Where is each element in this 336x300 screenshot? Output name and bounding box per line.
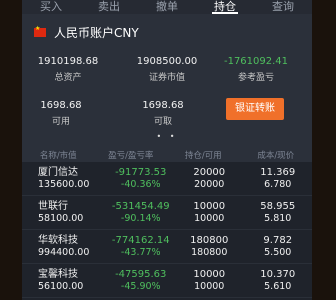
stock-name: 华软科技 xyxy=(38,234,78,246)
col-pl-rate: 盈亏/盈亏率 xyxy=(108,151,154,161)
pl-rate: -43.77% xyxy=(120,246,161,258)
position: 10000 xyxy=(193,200,226,212)
stock-name: 世联行 xyxy=(38,200,68,212)
stock-name: 厦门信达 xyxy=(38,166,78,178)
stock-cell: 华软科技 994400.00 xyxy=(22,230,107,263)
available-funds: 1698.68 可用 xyxy=(32,100,90,127)
current-price: 5.610 xyxy=(264,280,292,292)
available-value: 1698.68 xyxy=(40,100,82,111)
stock-cell: 世联行 58100.00 xyxy=(22,196,107,229)
stock-cell: 宝馨科技 56100.00 xyxy=(22,264,107,297)
total-assets: 1910198.68 总资产 xyxy=(28,56,108,83)
withdrawable-value: 1698.68 xyxy=(142,100,184,111)
pl-rate: -90.14% xyxy=(120,212,161,224)
available-label: 可用 xyxy=(51,117,70,127)
pl-value: -91773.53 xyxy=(115,166,167,178)
tab-cancel[interactable]: 撤单 xyxy=(138,0,196,14)
market-value: 1908500.00 证券市值 xyxy=(126,56,208,83)
cost: 11.369 xyxy=(260,166,296,178)
price-cell: 9.782 5.500 xyxy=(244,230,313,263)
pl-cell: -531454.49 -90.14% xyxy=(107,196,176,229)
cost: 9.782 xyxy=(263,234,293,246)
available-shares: 180800 xyxy=(191,246,228,258)
total-assets-label: 总资产 xyxy=(54,73,82,83)
table-header: 名称/市值 盈亏/盈亏率 持仓/可用 成本/现价 xyxy=(22,148,312,162)
current-price: 5.810 xyxy=(264,212,292,224)
page-indicator: • • xyxy=(156,132,178,141)
tab-buy[interactable]: 买入 xyxy=(22,0,80,14)
total-assets-value: 1910198.68 xyxy=(37,56,99,67)
pl-value: -47595.63 xyxy=(115,268,167,280)
market-value: 994400.00 xyxy=(38,246,90,258)
tab-positions[interactable]: 持仓 xyxy=(196,0,254,14)
col-position-available: 持仓/可用 xyxy=(184,151,222,161)
account-header: 人民币账户CNY xyxy=(34,24,139,41)
market-value-value: 1908500.00 xyxy=(136,56,198,67)
position-cell: 20000 20000 xyxy=(175,162,244,195)
cost: 10.370 xyxy=(260,268,296,280)
reference-pl-label: 参考盈亏 xyxy=(237,73,274,83)
phone-screen: 买入 卖出 撤单 持仓 查询 人民币账户CNY 1910198.68 总资产 1… xyxy=(22,0,312,300)
pl-cell: -91773.53 -40.36% xyxy=(107,162,176,195)
position-cell: 10000 10000 xyxy=(175,196,244,229)
market-value-label: 证券市值 xyxy=(148,73,185,83)
current-price: 6.780 xyxy=(264,178,292,190)
china-flag-icon xyxy=(34,25,46,37)
cost: 58.955 xyxy=(260,200,296,212)
price-cell: 58.955 5.810 xyxy=(244,196,313,229)
price-cell: 10.370 5.610 xyxy=(244,264,313,297)
reference-pl-value: -1761092.41 xyxy=(223,56,289,67)
pl-cell: -47595.63 -45.90% xyxy=(107,264,176,297)
reference-pl: -1761092.41 参考盈亏 xyxy=(214,56,298,83)
price-cell: 11.369 6.780 xyxy=(244,162,313,195)
trade-tabs: 买入 卖出 撤单 持仓 查询 xyxy=(22,0,312,14)
positions-list: 厦门信达 135600.00 -91773.53 -40.36% 20000 2000… xyxy=(22,162,312,300)
position: 180800 xyxy=(190,234,229,246)
position-cell: 180800 180800 xyxy=(175,230,244,263)
tab-sell[interactable]: 卖出 xyxy=(80,0,138,14)
table-row[interactable]: 厦门信达 135600.00 -91773.53 -40.36% 20000 2000… xyxy=(22,162,312,196)
withdrawable-funds: 1698.68 可取 xyxy=(134,100,192,127)
table-row[interactable]: 华软科技 994400.00 -774162.14 -43.77% 180800 18… xyxy=(22,230,312,264)
withdrawable-label: 可取 xyxy=(153,117,172,127)
available-shares: 10000 xyxy=(194,280,225,292)
position: 10000 xyxy=(193,268,226,280)
col-cost-price: 成本/现价 xyxy=(257,151,295,161)
market-value: 58100.00 xyxy=(38,212,84,224)
bank-securities-transfer-button[interactable]: 银证转账 xyxy=(226,98,284,120)
market-value: 56100.00 xyxy=(38,280,84,292)
position: 20000 xyxy=(193,166,226,178)
account-title: 人民币账户CNY xyxy=(54,26,139,40)
col-name-value: 名称/市值 xyxy=(39,151,77,161)
available-shares: 10000 xyxy=(194,212,225,224)
stock-cell: 厦门信达 135600.00 xyxy=(22,162,107,195)
pl-value: -531454.49 xyxy=(111,200,170,212)
pl-value: -774162.14 xyxy=(111,234,170,246)
pl-cell: -774162.14 -43.77% xyxy=(107,230,176,263)
market-value: 135600.00 xyxy=(38,178,90,190)
pl-rate: -40.36% xyxy=(120,178,161,190)
table-row[interactable]: 宝馨科技 56100.00 -47595.63 -45.90% 10000 10000… xyxy=(22,264,312,298)
stock-name: 宝馨科技 xyxy=(38,268,78,280)
tab-query[interactable]: 查询 xyxy=(254,0,312,14)
table-row[interactable]: 世联行 58100.00 -531454.49 -90.14% 10000 10000… xyxy=(22,196,312,230)
position-cell: 10000 10000 xyxy=(175,264,244,297)
current-price: 5.500 xyxy=(264,246,292,258)
available-shares: 20000 xyxy=(194,178,225,190)
pl-rate: -45.90% xyxy=(120,280,161,292)
account-summary: 人民币账户CNY 1910198.68 总资产 1908500.00 证券市值 … xyxy=(22,14,312,148)
